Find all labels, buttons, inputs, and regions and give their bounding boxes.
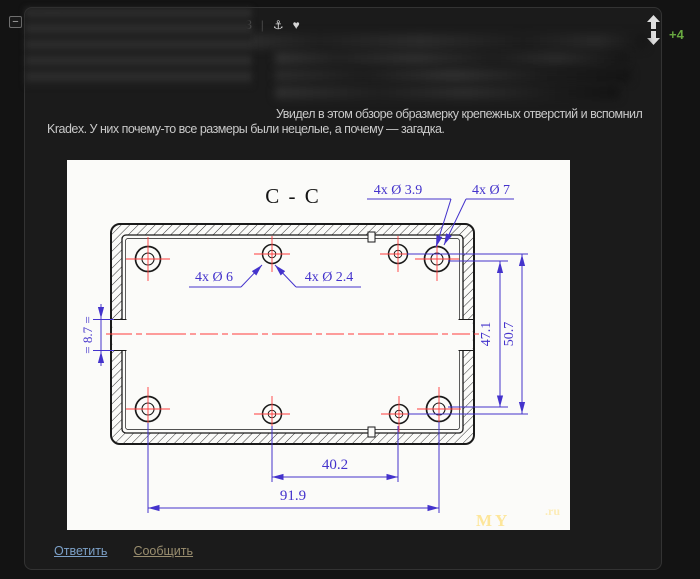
dim-vertical-outer: 50.7 bbox=[502, 322, 517, 347]
dim-vertical-inner: 47.1 bbox=[479, 322, 494, 347]
reply-link[interactable]: Ответить bbox=[54, 544, 107, 558]
downvote-arrow-icon[interactable] bbox=[647, 31, 660, 45]
dim-label-corner-outer: 4x Ø 7 bbox=[472, 183, 510, 198]
collapse-comment-button[interactable]: − bbox=[9, 16, 22, 28]
dim-label-mid-inner: 4x Ø 2.4 bbox=[305, 270, 354, 285]
comment-text-line-1: Увидел в этом обзоре образмерку крепежны… bbox=[276, 107, 643, 121]
comment-text-line-2: Kradex. У них почему-то все размеры были… bbox=[47, 122, 445, 136]
section-title: C - C bbox=[265, 184, 321, 208]
dim-horizontal-outer: 91.9 bbox=[280, 488, 306, 504]
report-link[interactable]: Сообщить bbox=[133, 544, 193, 558]
dim-label-mid-outer: 4x Ø 6 bbox=[195, 270, 233, 285]
enclosure-cross-section-drawing: C - C 4x Ø 3.9 4x Ø 7 4x Ø 6 4x Ø 2.4 = … bbox=[80, 183, 560, 530]
blurred-text-strip bbox=[237, 34, 646, 49]
watermark-domain: .ru bbox=[545, 504, 560, 518]
blurred-text-block bbox=[25, 8, 252, 86]
comment-rating: +4 bbox=[669, 27, 684, 42]
dim-slot-height: = 8.7 = bbox=[80, 316, 95, 353]
anchor-link-icon[interactable]: ⚓ bbox=[273, 18, 284, 32]
dim-horizontal-inner: 40.2 bbox=[322, 457, 348, 473]
blurred-text-line bbox=[275, 86, 619, 99]
blurred-text-line bbox=[275, 52, 627, 65]
header-separator: | bbox=[260, 17, 264, 32]
watermark-text: MY bbox=[476, 511, 510, 530]
favorite-heart-icon[interactable]: ♥ bbox=[293, 18, 300, 32]
blurred-text-line bbox=[275, 69, 631, 82]
dim-label-corner-inner: 4x Ø 3.9 bbox=[374, 183, 423, 198]
comment-card: Leoniv | 01 марта 2026, 22:23 | ⚓ ♥ Тоже… bbox=[24, 7, 662, 570]
vote-controls bbox=[647, 15, 660, 47]
upvote-arrow-icon[interactable] bbox=[647, 15, 660, 29]
embedded-drawing-image[interactable]: C - C 4x Ø 3.9 4x Ø 7 4x Ø 6 4x Ø 2.4 = … bbox=[67, 160, 570, 530]
comment-actions: Ответить Сообщить bbox=[54, 544, 193, 558]
